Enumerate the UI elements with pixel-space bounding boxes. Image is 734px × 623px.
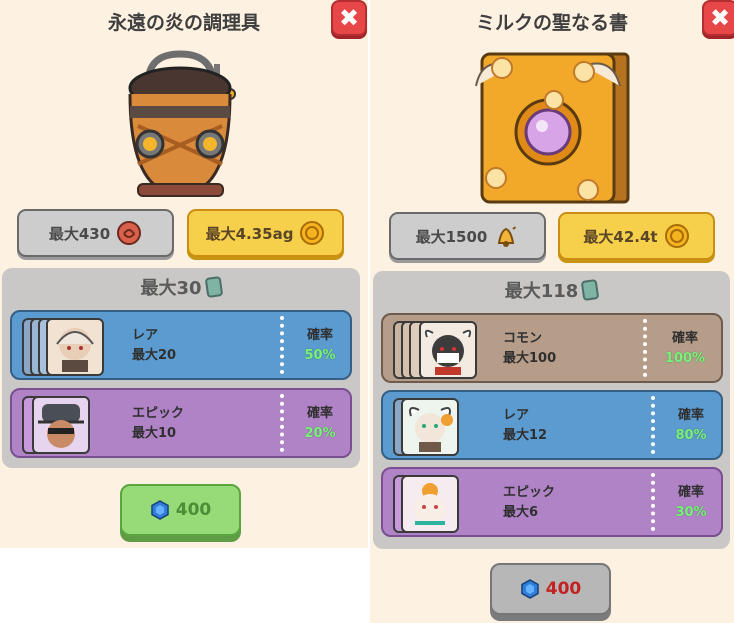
- chance-block: 確率 80%: [661, 406, 721, 446]
- row-divider: [280, 394, 284, 452]
- stat-value: 最大42.4t: [583, 227, 658, 246]
- rarity-label: エピック: [503, 485, 556, 500]
- max-coin-stat: 最大42.4t: [558, 212, 715, 260]
- portrait-stack: [393, 398, 473, 456]
- blue-gem-icon: [151, 500, 169, 520]
- rarity-label: レア: [503, 408, 530, 423]
- chance-value: 80%: [675, 428, 707, 443]
- close-button[interactable]: ✖: [331, 0, 367, 36]
- cooking-pot-icon: [128, 50, 236, 197]
- box-header: 最大118: [373, 277, 730, 303]
- buy-button[interactable]: 400: [120, 484, 241, 536]
- item-title: ミルクの聖なる書: [475, 12, 628, 34]
- max-coin-stat: 最大4.35ag: [187, 209, 344, 257]
- chance-block: 確率 100%: [655, 329, 715, 369]
- chance-value: 30%: [675, 505, 707, 520]
- row-info: レア 最大20: [132, 326, 176, 366]
- row-divider: [651, 396, 655, 454]
- reward-box: 最大30 レア 最大20 確率 50% エピック 最大10 確率 20%: [2, 268, 360, 468]
- rarity-label: エピック: [132, 406, 185, 421]
- character-portrait: [46, 318, 104, 376]
- chance-value: 100%: [664, 351, 706, 366]
- stat-value: 最大4.35ag: [205, 224, 294, 243]
- portrait-stack: [22, 396, 102, 454]
- bell-icon: [498, 225, 518, 247]
- chance-value: 20%: [304, 426, 336, 441]
- stat-value: 最大1500: [415, 227, 488, 246]
- character-portrait: [401, 398, 459, 456]
- gold-coin-icon: [300, 221, 325, 245]
- chance-label: 確率: [677, 408, 704, 423]
- chance-block: 確率 50%: [290, 326, 350, 366]
- holy-book-icon: [475, 52, 630, 204]
- close-button[interactable]: ✖: [702, 0, 734, 36]
- row-info: レア 最大12: [503, 406, 547, 446]
- row-divider: [643, 319, 647, 377]
- price-label: 400: [545, 579, 582, 599]
- blue-gem-icon: [521, 579, 539, 599]
- row-info: エピック 最大10: [132, 404, 184, 444]
- stat-value: 最大430: [48, 224, 111, 243]
- max-bell-stat: 最大1500: [389, 212, 546, 260]
- box-title: 最大118: [504, 281, 579, 302]
- box-title: 最大30: [140, 278, 202, 299]
- row-info: エピック 最大6: [503, 483, 555, 523]
- character-portrait: [401, 475, 459, 533]
- row-divider: [651, 473, 655, 531]
- card-icon: [204, 275, 223, 299]
- reward-row-rare: レア 最大12 確率 80%: [381, 390, 723, 460]
- rarity-label: レア: [132, 328, 159, 343]
- row-divider: [280, 316, 284, 374]
- reward-row-rare: レア 最大20 確率 50%: [10, 310, 352, 380]
- max-count: 最大6: [503, 505, 539, 520]
- reward-row-epic: エピック 最大6 確率 30%: [381, 467, 723, 537]
- portrait-stack: [22, 318, 132, 376]
- chance-label: 確率: [306, 328, 333, 343]
- gold-coin-icon: [664, 224, 689, 248]
- portrait-stack: [393, 475, 473, 533]
- buy-button[interactable]: 400: [490, 563, 611, 615]
- item-title: 永遠の炎の調理具: [107, 12, 260, 34]
- chance-label: 確率: [677, 485, 704, 500]
- portrait-stack: [393, 321, 503, 379]
- max-count: 最大10: [132, 426, 177, 441]
- max-count: 最大12: [503, 428, 548, 443]
- max-seed-stat: 最大430: [17, 209, 174, 257]
- character-portrait: [419, 321, 477, 379]
- left-item-panel: 永遠の炎の調理具 ✖ 最大430 最大4.35ag 最大30 レア 最大20 確…: [0, 0, 368, 548]
- price-label: 400: [175, 500, 212, 520]
- close-icon: ✖: [709, 4, 731, 32]
- chance-label: 確率: [306, 406, 333, 421]
- row-info: コモン 最大100: [503, 329, 556, 369]
- seed-icon: [117, 221, 142, 245]
- character-portrait: [32, 396, 90, 454]
- right-item-panel: ミルクの聖なる書 ✖ 最大1500 最大42.4t 最大118 コモン 最大10…: [370, 0, 734, 623]
- card-icon: [580, 278, 600, 302]
- rarity-label: コモン: [503, 331, 543, 346]
- reward-row-common: コモン 最大100 確率 100%: [381, 313, 723, 383]
- chance-value: 50%: [304, 348, 336, 363]
- close-icon: ✖: [338, 4, 360, 32]
- max-count: 最大20: [132, 348, 177, 363]
- max-count: 最大100: [503, 351, 557, 366]
- chance-label: 確率: [671, 331, 698, 346]
- box-header: 最大30: [2, 274, 360, 300]
- reward-row-epic: エピック 最大10 確率 20%: [10, 388, 352, 458]
- reward-box: 最大118 コモン 最大100 確率 100% レア 最大12 確率 80% エ…: [373, 271, 730, 549]
- chance-block: 確率 30%: [661, 483, 721, 523]
- chance-block: 確率 20%: [290, 404, 350, 444]
